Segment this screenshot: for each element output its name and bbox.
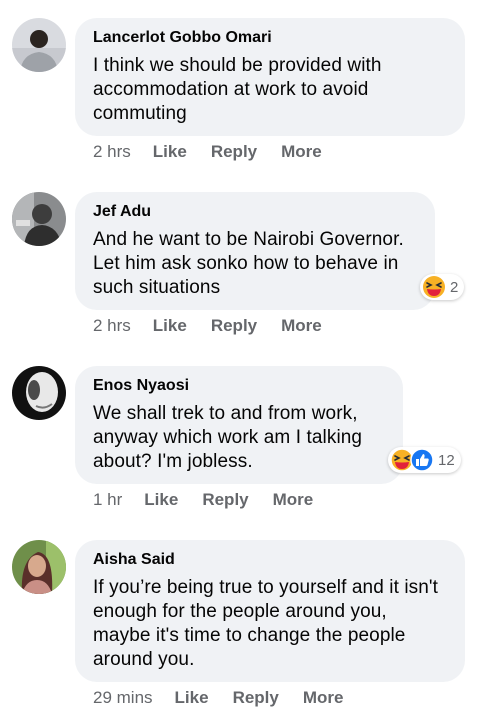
comment-actions: 2 hrs Like Reply More [93,316,346,336]
like-button[interactable]: Like [153,142,187,162]
avatar[interactable] [12,366,66,420]
like-icon [410,448,434,472]
comment-bubble: Enos Nyaosi We shall trek to and from wo… [75,366,403,484]
comment-actions: 2 hrs Like Reply More [93,142,346,162]
reaction-count: 12 [438,451,455,469]
author-name[interactable]: Jef Adu [93,202,417,222]
comment-bubble: Jef Adu And he want to be Nairobi Govern… [75,192,435,310]
like-button[interactable]: Like [144,490,178,510]
avatar[interactable] [12,18,66,72]
author-name[interactable]: Lancerlot Gobbo Omari [93,28,447,48]
timestamp[interactable]: 2 hrs [93,316,131,336]
timestamp[interactable]: 1 hr [93,490,122,510]
more-button[interactable]: More [281,316,322,336]
reaction-summary[interactable]: 12 [388,447,461,473]
avatar[interactable] [12,192,66,246]
comment-actions: 29 mins Like Reply More [93,688,367,708]
timestamp[interactable]: 2 hrs [93,142,131,162]
haha-icon [423,276,445,298]
comment-bubble: Lancerlot Gobbo Omari I think we should … [75,18,465,136]
reaction-summary[interactable]: 2 [420,274,465,300]
comment-text: And he want to be Nairobi Governor. Let … [93,229,404,298]
more-button[interactable]: More [303,688,344,708]
more-button[interactable]: More [281,142,322,162]
like-button[interactable]: Like [153,316,187,336]
comment-bubble: Aisha Said If you’re being true to yours… [75,540,465,682]
comment-actions: 1 hr Like Reply More [93,490,337,510]
reply-button[interactable]: Reply [202,490,248,510]
comment-text: If you’re being true to yourself and it … [93,577,439,670]
reply-button[interactable]: Reply [233,688,279,708]
author-name[interactable]: Enos Nyaosi [93,376,385,396]
reply-button[interactable]: Reply [211,142,257,162]
like-button[interactable]: Like [175,688,209,708]
timestamp[interactable]: 29 mins [93,688,153,708]
comment-text: We shall trek to and from work, anyway w… [93,403,363,472]
reply-button[interactable]: Reply [211,316,257,336]
more-button[interactable]: More [273,490,314,510]
author-name[interactable]: Aisha Said [93,550,447,570]
avatar[interactable] [12,540,66,594]
reaction-count: 2 [450,278,459,296]
comment-text: I think we should be provided with accom… [93,55,382,124]
